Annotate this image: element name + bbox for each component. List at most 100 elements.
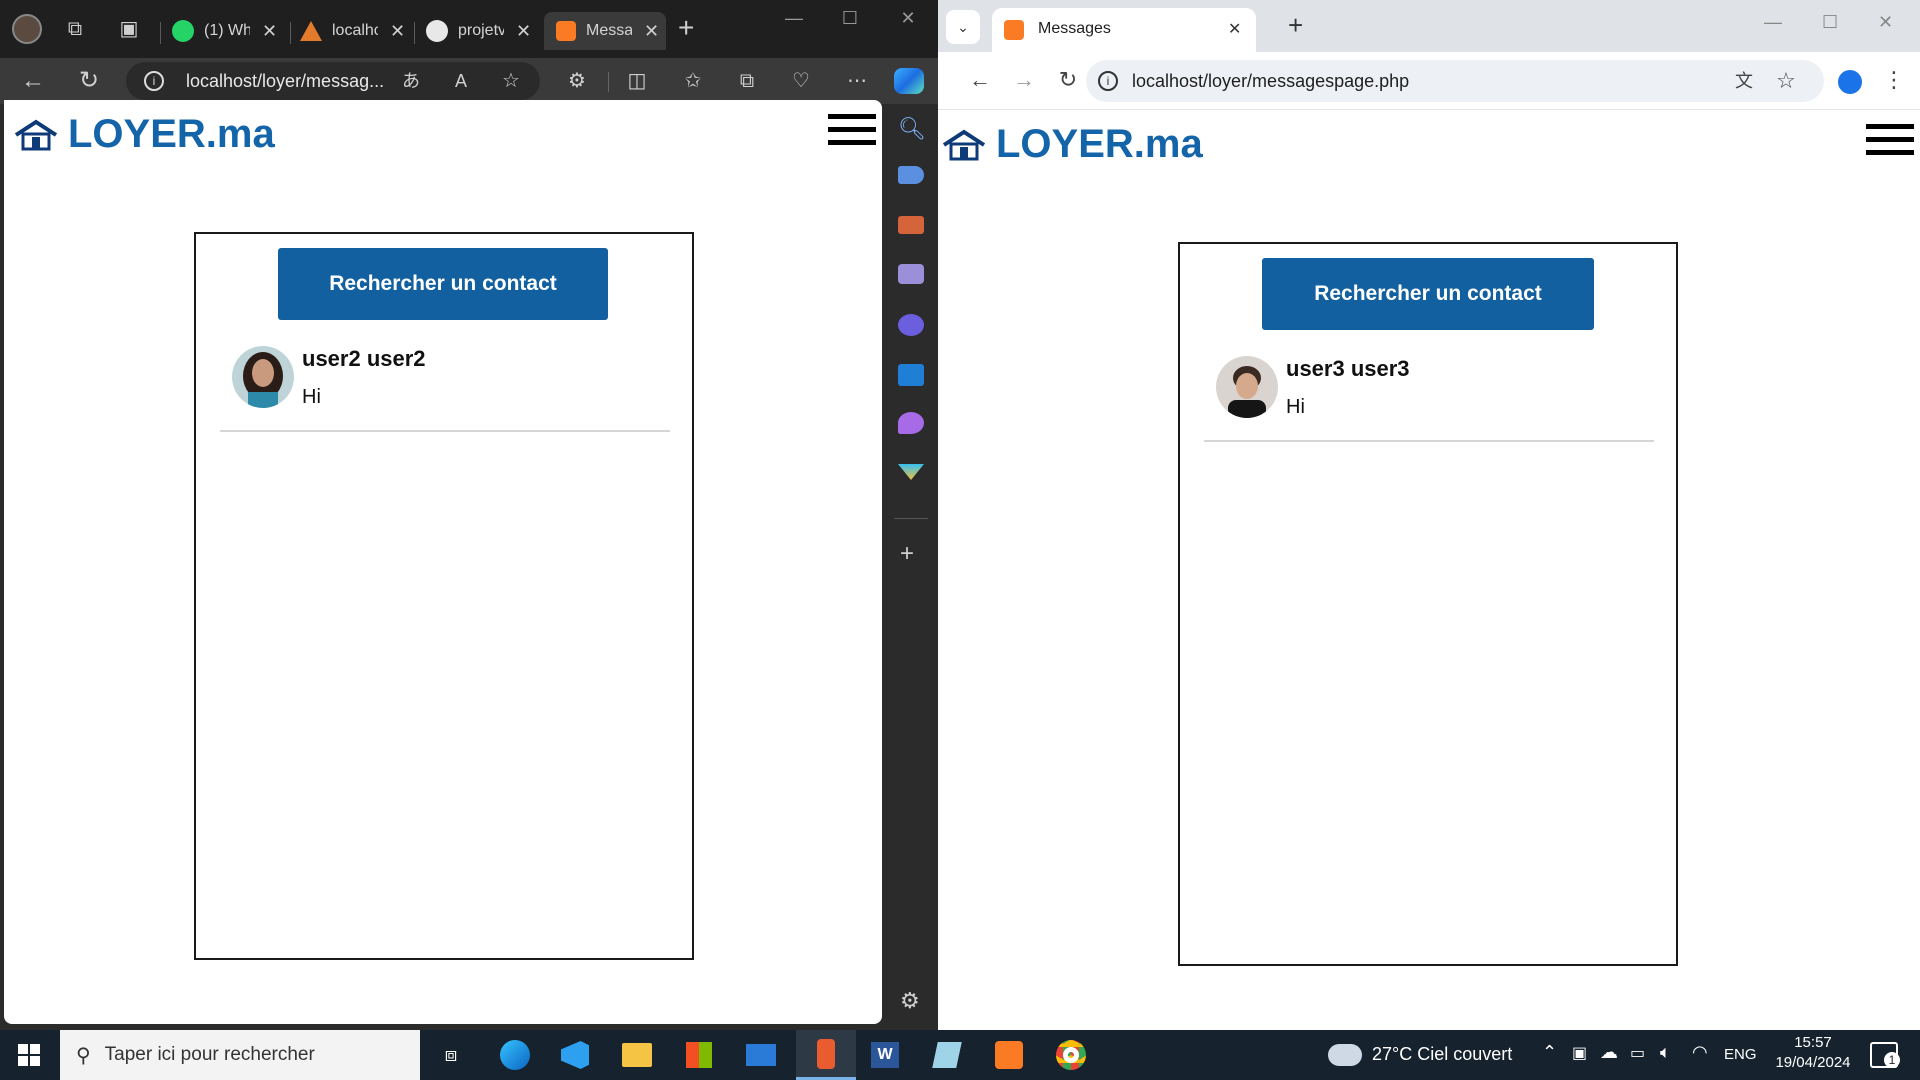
mail-taskbar-icon[interactable] <box>732 1030 790 1080</box>
new-tab-button[interactable]: + <box>678 12 694 44</box>
taskbar-search-box[interactable]: ⚲ Taper ici pour rechercher <box>60 1030 420 1080</box>
shopping-tag-icon[interactable] <box>898 166 924 184</box>
file-explorer-taskbar-icon[interactable] <box>608 1030 666 1080</box>
tab-messages[interactable]: Messages ✕ <box>992 8 1256 52</box>
profile-avatar-icon[interactable] <box>12 14 42 44</box>
vscode-taskbar-icon[interactable] <box>546 1030 604 1080</box>
search-icon: ⚲ <box>76 1044 91 1067</box>
site-logo[interactable]: LOYER.ma <box>942 122 1203 167</box>
edge-address-bar[interactable]: i localhost/loyer/messag... あ A ☆ <box>126 62 540 100</box>
contact-item[interactable]: user3 user3 Hi <box>1216 356 1636 419</box>
tab-localhost[interactable]: localhc ✕ <box>300 12 410 50</box>
close-icon[interactable]: ✕ <box>262 21 277 42</box>
search-icon[interactable]: 🔍︎ <box>898 116 926 142</box>
task-view-icon[interactable]: ⧈ <box>422 1030 480 1080</box>
site-logo[interactable]: LOYER.ma <box>14 112 275 157</box>
bookmark-star-icon[interactable]: ☆ <box>1768 63 1804 99</box>
outlook-icon[interactable] <box>898 364 924 386</box>
notification-center-icon[interactable]: 1 <box>1870 1042 1900 1068</box>
refresh-icon[interactable]: ↻ <box>72 64 106 98</box>
close-icon[interactable]: ✕ <box>1228 19 1241 39</box>
tab-title: Messages <box>1038 20 1111 37</box>
tab-title: localhc <box>332 22 378 39</box>
battery-icon[interactable]: ▭ <box>1630 1043 1645 1063</box>
tools-icon[interactable] <box>898 216 924 234</box>
maximize-button[interactable]: ☐ <box>1822 12 1838 33</box>
chrome-tab-bar: ⌄ Messages ✕ + — ☐ ✕ <box>938 0 1920 52</box>
drop-icon[interactable] <box>898 464 924 480</box>
edge-toolbar: ← ↻ i localhost/loyer/messag... あ A ☆ ⚙ … <box>0 58 938 104</box>
favorite-star-icon[interactable]: ☆ <box>494 64 528 98</box>
search-contact-button[interactable]: Rechercher un contact <box>278 248 608 320</box>
tab-search-button[interactable]: ⌄ <box>946 10 980 44</box>
refresh-icon[interactable]: ↻ <box>1050 62 1086 98</box>
add-sidebar-app-icon[interactable]: + <box>900 540 914 568</box>
divider <box>1204 440 1654 442</box>
search-contact-button[interactable]: Rechercher un contact <box>1262 258 1594 330</box>
clock-time: 15:57 <box>1794 1034 1832 1051</box>
minimize-button[interactable]: — <box>774 8 814 29</box>
translate-icon[interactable]: 文 <box>1726 63 1762 99</box>
more-options-icon[interactable]: ⋮ <box>1876 62 1912 98</box>
extensions-icon[interactable]: ⚙ <box>560 64 594 98</box>
word-taskbar-icon[interactable]: W <box>856 1030 914 1080</box>
site-info-icon[interactable]: i <box>144 71 164 91</box>
language-indicator[interactable]: ENG <box>1724 1046 1757 1063</box>
profile-icon[interactable] <box>1838 70 1862 94</box>
games-icon[interactable] <box>898 264 924 284</box>
last-message: Hi <box>302 386 321 408</box>
tab-title: (1) Wh <box>204 22 250 39</box>
chrome-address-bar[interactable]: i localhost/loyer/messagespage.php 文 ☆ <box>1086 60 1824 102</box>
close-icon[interactable]: ✕ <box>390 21 405 42</box>
messages-panel: Rechercher un contact user2 user2 Hi <box>194 232 694 960</box>
xampp-taskbar-icon[interactable] <box>980 1030 1038 1080</box>
close-icon[interactable]: ✕ <box>516 21 531 42</box>
meet-now-icon[interactable]: ▣ <box>1572 1043 1587 1063</box>
weather-icon[interactable] <box>1328 1044 1362 1066</box>
weather-text[interactable]: 27°C Ciel couvert <box>1372 1044 1512 1065</box>
tab-actions-icon[interactable]: ▣ <box>112 12 146 46</box>
wifi-icon[interactable]: ◠ <box>1692 1042 1708 1063</box>
onedrive-icon[interactable]: ☁ <box>1600 1042 1618 1063</box>
translate-icon[interactable]: あ <box>394 64 428 98</box>
collections-icon[interactable]: ⧉ <box>730 64 764 98</box>
close-window-button[interactable]: ✕ <box>888 8 928 29</box>
hamburger-menu-icon[interactable] <box>1866 124 1914 158</box>
split-screen-icon[interactable]: ◫ <box>620 64 654 98</box>
avatar <box>232 346 294 408</box>
tab-messages-active[interactable]: Messa ✕ <box>544 12 666 50</box>
hamburger-menu-icon[interactable] <box>828 114 876 148</box>
chrome-taskbar-icon[interactable] <box>1042 1030 1100 1080</box>
read-aloud-icon[interactable]: A <box>444 64 478 98</box>
maximize-button[interactable]: ☐ <box>830 8 870 29</box>
logo-text: LOYER.ma <box>68 112 275 156</box>
tab-title: Messa <box>586 22 632 39</box>
tab-whatsapp[interactable]: (1) Wh ✕ <box>172 12 286 50</box>
more-options-icon[interactable]: ⋯ <box>840 64 874 98</box>
designer-icon[interactable] <box>898 412 924 434</box>
minimize-button[interactable]: — <box>1764 12 1782 33</box>
copilot-icon[interactable] <box>894 68 924 94</box>
new-tab-button[interactable]: + <box>1288 10 1303 41</box>
microsoft-365-icon[interactable] <box>898 314 924 336</box>
edge-taskbar-icon[interactable] <box>486 1030 544 1080</box>
start-button[interactable] <box>18 1044 40 1066</box>
site-info-icon[interactable]: i <box>1098 71 1118 91</box>
contact-item[interactable]: user2 user2 Hi <box>232 346 652 409</box>
settings-gear-icon[interactable]: ⚙ <box>900 988 920 1014</box>
show-hidden-icons-icon[interactable]: ⌃ <box>1542 1042 1557 1063</box>
close-icon[interactable]: ✕ <box>644 21 659 42</box>
workspaces-icon[interactable]: ⧉ <box>58 12 92 46</box>
volume-icon[interactable]: 🔈︎ <box>1660 1042 1671 1063</box>
back-arrow-icon[interactable]: ← <box>16 64 50 98</box>
favorites-icon[interactable]: ✩ <box>676 64 710 98</box>
back-arrow-icon[interactable]: ← <box>962 62 998 98</box>
clock[interactable]: 15:57 19/04/2024 <box>1768 1034 1858 1071</box>
store-taskbar-icon[interactable] <box>670 1030 728 1080</box>
tab-github[interactable]: projetv ✕ <box>426 12 538 50</box>
notepad-taskbar-icon[interactable] <box>918 1030 976 1080</box>
forward-arrow-icon[interactable]: → <box>1006 62 1042 98</box>
browser-essentials-icon[interactable]: ♡ <box>784 64 818 98</box>
app-taskbar-icon-active[interactable] <box>796 1030 856 1080</box>
close-window-button[interactable]: ✕ <box>1878 12 1893 33</box>
